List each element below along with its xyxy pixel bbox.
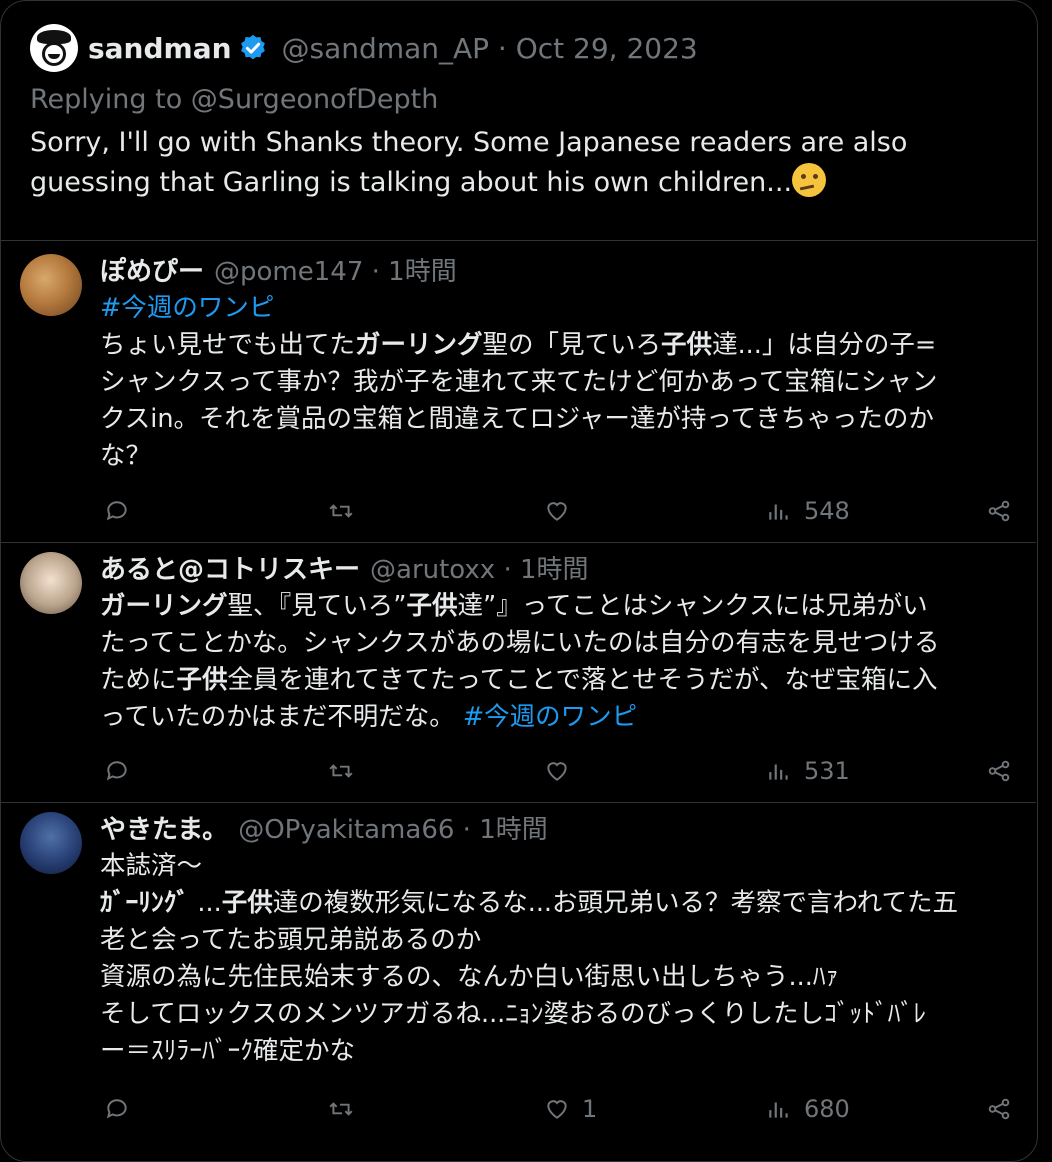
reply-text-line: 老と会ってたお頭兄弟説あるのか [100, 925, 482, 955]
avatar[interactable] [30, 24, 78, 72]
reply-text-line: な？ [100, 441, 152, 471]
view-count: 548 [804, 497, 850, 525]
replying-to[interactable]: Replying to @SurgeonofDepth [30, 84, 1020, 115]
reply-button[interactable] [104, 756, 130, 786]
like-button[interactable]: 1 [544, 1094, 597, 1124]
reply-text-line: ために子供全員を連れてきてたってことで落とせそうだが、なぜ宝箱に入 [100, 665, 938, 695]
reply-button[interactable] [104, 496, 130, 526]
retweet-icon [329, 504, 353, 518]
reply-icon [106, 501, 127, 521]
reply-text-line: シャンクスって事か？我が子を連れて来てたけど何かあって宝箱にシャン [100, 367, 938, 397]
tweet-text-line: guessing that Garling is talking about h… [30, 163, 1020, 203]
action-bar: 531 [96, 756, 1016, 786]
like-button[interactable] [544, 496, 582, 526]
share-icon [988, 760, 1010, 782]
share-button[interactable] [986, 496, 1012, 526]
share-button[interactable] [986, 756, 1012, 786]
share-button[interactable] [986, 1094, 1012, 1124]
reply-text-line: ｶﾞｰﾘﾝｸﾞ ...子供達の複数形気になるな...お頭兄弟いる？考察で言われて… [100, 888, 958, 918]
reply-text-line: ガーリング聖、『見ていろ”子供達”』ってことはシャンクスには兄弟がい [100, 591, 928, 621]
author-name[interactable]: あると@コトリスキー [100, 555, 360, 585]
like-count: 1 [582, 1095, 598, 1123]
action-bar: 1 680 [96, 1094, 1016, 1124]
retweet-button[interactable] [328, 496, 354, 526]
divider [0, 240, 1036, 241]
share-icon [988, 1098, 1010, 1120]
heart-icon [547, 502, 567, 521]
reply-text-line: クスin。それを賞品の宝箱と間違えてロジャー達が持ってきちゃったのか [100, 404, 934, 434]
reply-text-line: そしてロックスのメンツアガるね...ﾆｮﾝ婆おるのびっくりしたしｺﾞｯﾄﾞﾊﾞﾚ [100, 999, 927, 1029]
tweet-text-line: Sorry, I'll go with Shanks theory. Some … [30, 127, 908, 158]
handle-and-time[interactable]: @OPyakitama66 · 1時間 [238, 815, 548, 845]
avatar[interactable] [20, 254, 82, 316]
reply-header: あると@コトリスキー @arutoxx · 1時間 [100, 552, 1030, 588]
verified-badge-icon [240, 34, 265, 60]
reply-text-line: っていたのかはまだ不明だな。 #今週のワンピ [100, 702, 638, 732]
reply-text-line: 資源の為に先住民始末するの、なんか白い街思い出しちゃう...ﾊｧ [100, 962, 839, 992]
reply-button[interactable] [104, 1094, 130, 1124]
hashtag-link[interactable]: #今週のワンピ [100, 290, 1030, 327]
view-count: 531 [804, 757, 850, 785]
views-icon [769, 504, 788, 520]
share-icon [988, 500, 1010, 522]
thinking-face-icon [792, 163, 827, 197]
reply-icon [106, 761, 127, 781]
tweet-text: Sorry, I'll go with Shanks theory. Some … [30, 123, 1020, 203]
views-button[interactable]: 548 [766, 496, 850, 526]
avatar[interactable] [20, 812, 82, 874]
divider [0, 542, 1036, 543]
tweet-header: sandman @sandman_AP · Oct 29, 2023 [30, 24, 1020, 72]
retweet-icon [329, 764, 353, 778]
action-bar: 548 [96, 496, 1016, 526]
reply-text-line: たってことかな。シャンクスがあの場にいたのは自分の有志を見せつける [100, 628, 940, 658]
reply-icon [106, 1099, 127, 1119]
reply-text: #今週のワンピ ちょい見せでも出てたガーリング聖の「見ていろ子供達...」は自分… [100, 290, 1030, 475]
heart-icon [547, 1100, 567, 1119]
author-name[interactable]: ぽめぴー [100, 257, 204, 287]
handle-and-time[interactable]: @arutoxx · 1時間 [370, 555, 589, 585]
reply-text-line: ー＝ｽﾘﾗｰﾊﾞｰｸ確定かな [100, 1036, 356, 1066]
handle-and-time[interactable]: @pome147 · 1時間 [214, 257, 457, 287]
handle-and-date[interactable]: @sandman_AP · Oct 29, 2023 [282, 32, 698, 65]
author-name[interactable]: sandman [88, 32, 232, 65]
reply-header: ぽめぴー @pome147 · 1時間 [100, 254, 1030, 290]
views-icon [769, 1102, 788, 1118]
view-count: 680 [804, 1095, 850, 1123]
retweet-button[interactable] [328, 756, 354, 786]
retweet-icon [329, 1102, 353, 1116]
main-tweet[interactable]: sandman @sandman_AP · Oct 29, 2023 Reply… [30, 24, 1020, 203]
reply-text-line: ちょい見せでも出てたガーリング聖の「見ていろ子供達...」は自分の子= [100, 330, 937, 360]
like-button[interactable] [544, 756, 582, 786]
author-name[interactable]: やきたま。 [100, 815, 228, 845]
views-button[interactable]: 680 [766, 1094, 850, 1124]
divider [0, 802, 1036, 803]
reply-header: やきたま。 @OPyakitama66 · 1時間 [100, 812, 1030, 848]
views-icon [769, 764, 788, 780]
views-button[interactable]: 531 [766, 756, 850, 786]
avatar[interactable] [20, 552, 82, 614]
reply-text: ガーリング聖、『見ていろ”子供達”』ってことはシャンクスには兄弟がい たってこと… [100, 588, 1030, 736]
reply-text: 本誌済〜 ｶﾞｰﾘﾝｸﾞ ...子供達の複数形気になるな...お頭兄弟いる？考察… [100, 848, 1030, 1070]
heart-icon [547, 762, 567, 781]
reply-text-line: 本誌済〜 [100, 851, 203, 881]
retweet-button[interactable] [328, 1094, 354, 1124]
hashtag-link[interactable]: #今週のワンピ [463, 702, 637, 732]
tweet-text-line-2: guessing that Garling is talking about h… [30, 167, 793, 198]
